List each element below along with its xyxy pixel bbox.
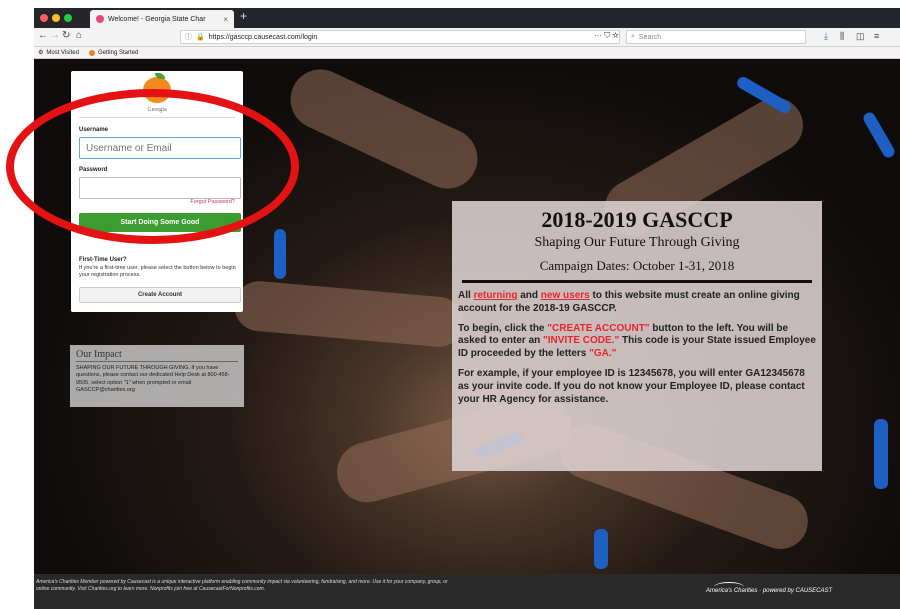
search-icon: ⌕ [631, 33, 635, 40]
invite-code-highlight: "INVITE CODE." [543, 335, 620, 347]
new-users-highlight: new users [540, 290, 590, 301]
logo-text: Georgia [147, 107, 167, 113]
start-doing-some-good-button[interactable]: Start Doing Some Good [79, 213, 241, 232]
address-url: https://gasccp.causecast.com/login [208, 33, 318, 41]
wristband [274, 229, 286, 279]
campaign-divider [462, 280, 812, 283]
campaign-paragraph-1: All returning and new users to this webs… [458, 290, 800, 314]
background-hand [232, 279, 466, 349]
wristband [874, 419, 888, 489]
library-icon[interactable]: ⫼ [840, 31, 844, 42]
search-placeholder: Search [638, 33, 662, 41]
first-time-text: If you're a first-time user, please sele… [79, 265, 236, 279]
impact-heading: Our Impact [76, 349, 238, 362]
download-icon[interactable]: ⤓ [824, 31, 828, 42]
page-actions[interactable]: ··· ⛉ ☆ [594, 31, 619, 41]
firefox-icon [88, 49, 95, 56]
background-hand [280, 59, 488, 199]
password-label: Password [79, 167, 108, 173]
campaign-subtitle: Shaping Our Future Through Giving [534, 235, 740, 250]
returning-highlight: returning [473, 290, 518, 301]
login-card: Georgia Username Password Forgot Passwor… [71, 71, 243, 312]
site-favicon-icon [96, 15, 104, 23]
maximize-window-icon[interactable] [64, 14, 72, 22]
impact-box: Our Impact SHAPING OUR FUTURE THROUGH GI… [70, 345, 244, 407]
campaign-dates: Campaign Dates: October 1-31, 2018 [539, 258, 735, 273]
reload-icon[interactable]: ↻ [62, 30, 70, 41]
campaign-paragraph-3: For example, if your employee ID is 1234… [458, 367, 805, 405]
new-tab-button[interactable]: + [240, 9, 247, 23]
ga-highlight: "GA." [589, 348, 617, 360]
georgia-peach-logo [143, 77, 171, 103]
tab-close-icon[interactable]: × [223, 15, 228, 24]
wristband [861, 110, 897, 160]
tab-title: Welcome! - Georgia State Char [108, 15, 206, 23]
first-time-heading: First-Time User? [79, 257, 127, 263]
lock-icon: 🔒 [196, 34, 205, 41]
browser-window: Welcome! - Georgia State Char × + ← → ↻ … [34, 8, 900, 609]
menu-icon[interactable]: ≡ [874, 31, 879, 41]
gear-icon: ⚙ [38, 50, 44, 56]
tab-bar: Welcome! - Georgia State Char × + [34, 8, 900, 28]
close-window-icon[interactable] [40, 14, 48, 22]
username-input[interactable] [79, 137, 241, 159]
campaign-paragraph-2: To begin, click the "CREATE ACCOUNT" but… [458, 322, 816, 360]
divider [79, 117, 235, 118]
impact-text: SHAPING OUR FUTURE THROUGH GIVING. If yo… [76, 365, 230, 394]
back-icon[interactable]: ← [38, 30, 48, 41]
campaign-info-box: 2018-2019 GASCCP Shaping Our Future Thro… [452, 201, 822, 471]
address-bar[interactable]: ⓘ 🔒 https://gasccp.causecast.com/login [180, 30, 620, 44]
forward-icon[interactable]: → [50, 30, 60, 41]
home-icon[interactable]: ⌂ [76, 30, 82, 41]
bookmark-getting-started[interactable]: Getting Started [88, 49, 138, 56]
password-input[interactable] [79, 177, 241, 199]
create-account-button[interactable]: Create Account [79, 287, 241, 303]
tab-active[interactable]: Welcome! - Georgia State Char × [90, 10, 234, 28]
campaign-title: 2018-2019 GASCCP [541, 207, 733, 232]
forgot-password-link[interactable]: Forgot Password? [190, 199, 235, 205]
page-info-icon[interactable]: ⓘ [185, 32, 192, 42]
minimize-window-icon[interactable] [52, 14, 60, 22]
navigation-bar: ← → ↻ ⌂ ⓘ 🔒 https://gasccp.causecast.com… [34, 28, 900, 47]
bookmark-most-visited[interactable]: ⚙ Most Visited [38, 49, 79, 57]
username-label: Username [79, 127, 109, 133]
create-account-highlight: "CREATE ACCOUNT" [547, 322, 650, 334]
sidebar-icon[interactable]: ◫ [856, 31, 865, 42]
page-background: Georgia Username Password Forgot Passwor… [34, 59, 900, 574]
wristband [594, 529, 608, 569]
bookmarks-bar: ⚙ Most Visited Getting Started [34, 47, 900, 59]
footer-text: America's Charities Member powered by Ca… [36, 579, 448, 592]
page-footer: America's Charities Member powered by Ca… [34, 574, 900, 609]
footer-brand[interactable]: America's Charities · powered by CAUSECA… [706, 588, 832, 594]
search-input[interactable]: ⌕ Search [626, 30, 806, 44]
